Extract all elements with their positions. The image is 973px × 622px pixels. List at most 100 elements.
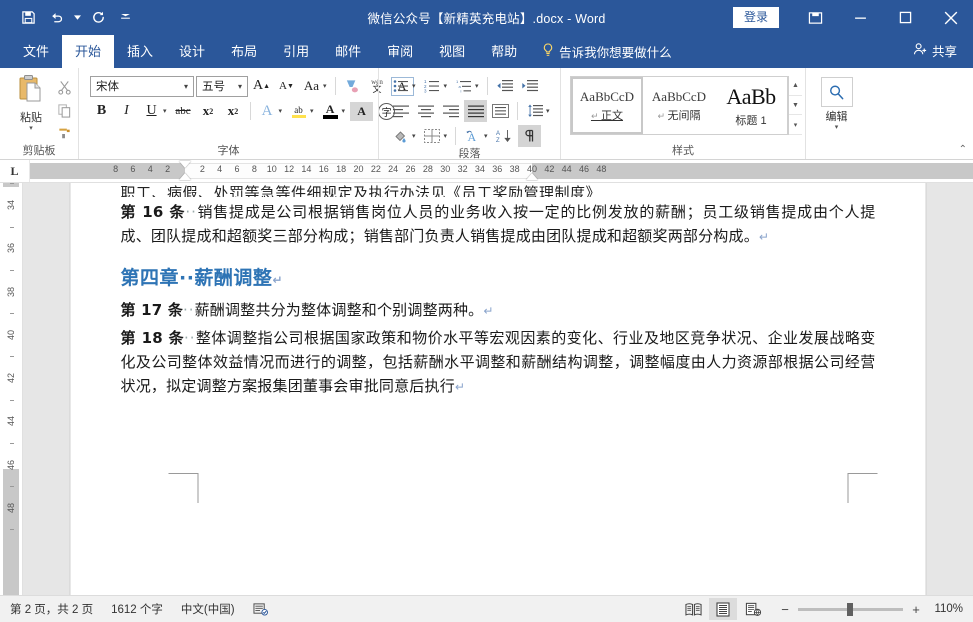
cut-icon[interactable] bbox=[53, 77, 75, 97]
tab-mailings[interactable]: 邮件 bbox=[322, 35, 374, 68]
paragraph-row-1: ▾ 123 ▾ 1ai ▾ bbox=[389, 75, 553, 97]
proofing-icon[interactable] bbox=[253, 602, 268, 616]
undo-icon[interactable] bbox=[42, 5, 70, 31]
subscript-button[interactable]: x2 bbox=[197, 100, 220, 122]
zoom-level[interactable]: 110% bbox=[929, 603, 963, 615]
align-center-icon[interactable] bbox=[414, 100, 437, 122]
style-item-normal[interactable]: AaBbCcD ↵ 正文 bbox=[571, 77, 643, 134]
title-bar-right: 登录 bbox=[733, 0, 973, 35]
style-item-no-spacing[interactable]: AaBbCcD ↵ 无间隔 bbox=[643, 77, 715, 134]
word-count[interactable]: 1612 个字 bbox=[111, 601, 163, 617]
font-name-combo[interactable]: 宋体 ▾ bbox=[90, 76, 194, 97]
right-indent-marker[interactable] bbox=[526, 173, 538, 180]
distribute-icon[interactable] bbox=[489, 100, 512, 122]
character-shading-icon[interactable]: A bbox=[350, 102, 373, 121]
tab-help[interactable]: 帮助 bbox=[478, 35, 530, 68]
first-line-indent-marker[interactable] bbox=[179, 161, 191, 168]
hanging-indent-marker[interactable] bbox=[179, 173, 191, 180]
italic-button[interactable]: I bbox=[115, 100, 138, 122]
align-left-icon[interactable] bbox=[389, 100, 412, 122]
document-page[interactable]: 职工、病假、处罚等急等件细规定及执行办法见《员工奖励管理制度》 第 16 条··… bbox=[71, 183, 926, 595]
document-area[interactable]: 职工、病假、处罚等急等件细规定及执行办法见《员工奖励管理制度》 第 16 条··… bbox=[23, 183, 973, 595]
ruler-tick-label: 24 bbox=[388, 164, 398, 174]
font-group-label: 字体 bbox=[79, 144, 378, 159]
multilevel-list-button[interactable]: 1ai ▾ bbox=[452, 75, 482, 97]
shading-button[interactable]: ▾ bbox=[389, 125, 419, 147]
close-icon[interactable] bbox=[928, 0, 973, 35]
web-layout-icon[interactable] bbox=[739, 598, 767, 620]
maximize-icon[interactable] bbox=[883, 0, 928, 35]
numbering-button[interactable]: 123 ▾ bbox=[421, 75, 451, 97]
zoom-in-button[interactable]: + bbox=[910, 602, 922, 617]
undo-dropdown-icon[interactable] bbox=[70, 5, 84, 31]
style-scroll-up-icon[interactable]: ▲ bbox=[789, 76, 802, 96]
page-indicator[interactable]: 第 2 页，共 2 页 bbox=[10, 601, 93, 617]
customize-qat-icon[interactable] bbox=[118, 5, 132, 31]
zoom-out-button[interactable]: − bbox=[779, 602, 791, 617]
bold-button[interactable]: B bbox=[90, 100, 113, 122]
paste-button[interactable]: 粘贴 ▾ bbox=[9, 73, 53, 143]
style-more-icon[interactable]: ▾ bbox=[789, 115, 802, 135]
ribbon-options-icon[interactable] bbox=[793, 0, 838, 35]
format-painter-icon[interactable] bbox=[53, 123, 75, 143]
shrink-font-icon[interactable]: A▼ bbox=[275, 75, 298, 97]
share-button[interactable]: 共享 bbox=[913, 41, 973, 68]
horizontal-ruler-track[interactable]: 8642246810121416182022242628303234363840… bbox=[30, 160, 973, 182]
align-justify-icon[interactable] bbox=[464, 100, 487, 122]
line-spacing-button[interactable]: ▾ bbox=[523, 100, 553, 122]
editing-dropdown-icon[interactable]: ▾ bbox=[835, 125, 839, 131]
paragraph-article-18[interactable]: 第 18 条··整体调整指公司根据国家政策和物价水平等宏观因素的变化、行业及地区… bbox=[121, 326, 876, 399]
zoom-slider[interactable] bbox=[798, 608, 903, 611]
tab-layout[interactable]: 布局 bbox=[218, 35, 270, 68]
language-indicator[interactable]: 中文(中国) bbox=[181, 601, 235, 617]
tab-review[interactable]: 审阅 bbox=[374, 35, 426, 68]
vruler-tick-label: 36 bbox=[6, 243, 16, 253]
bullets-button[interactable]: ▾ bbox=[389, 75, 419, 97]
tab-insert[interactable]: 插入 bbox=[114, 35, 166, 68]
font-name-value: 宋体 bbox=[96, 78, 181, 94]
minimize-icon[interactable] bbox=[838, 0, 883, 35]
tab-design[interactable]: 设计 bbox=[166, 35, 218, 68]
highlight-button[interactable]: ab ▾ bbox=[287, 100, 317, 122]
asian-layout-button[interactable]: A ▾ bbox=[461, 125, 491, 147]
paste-dropdown-icon[interactable]: ▾ bbox=[29, 126, 33, 132]
decrease-indent-icon[interactable] bbox=[493, 75, 516, 97]
tab-view[interactable]: 视图 bbox=[426, 35, 478, 68]
font-color-button[interactable]: A ▾ bbox=[319, 100, 349, 122]
zoom-slider-thumb[interactable] bbox=[847, 603, 853, 616]
tab-stop-selector[interactable]: L bbox=[0, 160, 30, 182]
paragraph-article-16[interactable]: 第 16 条··销售提成是公司根据销售岗位人员的业务收入按一定的比例发放的薪酬；… bbox=[121, 200, 876, 249]
editing-button[interactable]: 编辑 ▾ bbox=[811, 73, 862, 131]
sort-icon[interactable]: AZ bbox=[493, 125, 516, 147]
save-icon[interactable] bbox=[14, 5, 42, 31]
print-layout-icon[interactable] bbox=[709, 598, 737, 620]
superscript-button[interactable]: x2 bbox=[222, 100, 245, 122]
vertical-ruler[interactable]: 3436384042444648 bbox=[0, 183, 23, 595]
change-case-button[interactable]: Aa ▾ bbox=[300, 75, 330, 97]
tab-references[interactable]: 引用 bbox=[270, 35, 322, 68]
increase-indent-icon[interactable] bbox=[518, 75, 541, 97]
copy-icon[interactable] bbox=[53, 100, 75, 120]
font-size-combo[interactable]: 五号 ▾ bbox=[196, 76, 248, 97]
paragraph-article-17[interactable]: 第 17 条··薪酬调整共分为整体调整和个别调整两种。↵ bbox=[121, 298, 876, 323]
clear-formatting-icon[interactable] bbox=[341, 75, 364, 97]
style-item-heading1[interactable]: AaBb 标题 1 bbox=[715, 77, 787, 134]
status-bar: 第 2 页，共 2 页 1612 个字 中文(中国) − + bbox=[0, 595, 973, 622]
read-mode-icon[interactable] bbox=[679, 598, 707, 620]
tab-home[interactable]: 开始 bbox=[62, 35, 114, 68]
style-scroll-down-icon[interactable]: ▼ bbox=[789, 96, 802, 116]
text-effects-button[interactable]: A ▾ bbox=[256, 100, 286, 122]
sign-in-button[interactable]: 登录 bbox=[733, 7, 779, 29]
show-formatting-marks-icon[interactable] bbox=[518, 125, 541, 147]
ribbon-tabs: 文件 开始 插入 设计 布局 引用 邮件 审阅 视图 帮助 告诉我你想要做什么 … bbox=[0, 35, 973, 68]
collapse-ribbon-icon[interactable]: ⌃ bbox=[959, 144, 967, 155]
redo-icon[interactable] bbox=[84, 5, 112, 31]
align-right-icon[interactable] bbox=[439, 100, 462, 122]
strikethrough-button[interactable]: abc bbox=[172, 100, 195, 122]
grow-font-icon[interactable]: A▲ bbox=[250, 75, 273, 97]
tab-file[interactable]: 文件 bbox=[10, 35, 62, 68]
underline-button[interactable]: U ▾ bbox=[140, 100, 170, 122]
heading-chapter-4[interactable]: 第四章··薪酬调整↵ bbox=[121, 263, 876, 290]
tell-me-box[interactable]: 告诉我你想要做什么 bbox=[542, 42, 672, 68]
borders-button[interactable]: ▾ bbox=[421, 125, 451, 147]
